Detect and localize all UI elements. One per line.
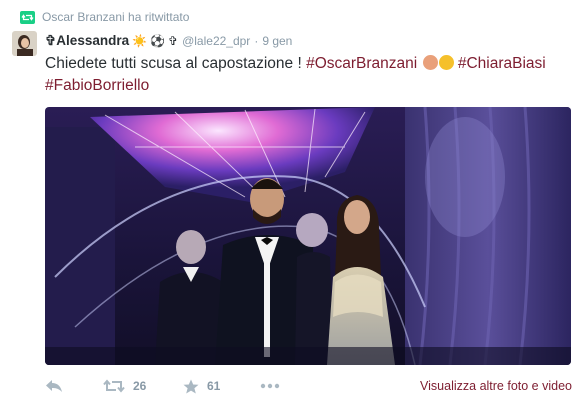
- author-username[interactable]: @lale22_dpr: [182, 34, 250, 48]
- clapping-hands-icon: [422, 55, 438, 70]
- avatar[interactable]: [12, 31, 37, 56]
- tweet-photo[interactable]: [45, 107, 571, 365]
- reply-icon: [46, 380, 62, 392]
- hashtag-link[interactable]: #OscarBranzani: [306, 55, 417, 72]
- star-icon: [183, 379, 199, 393]
- retweet-context: Oscar Branzani ha ritwittato: [20, 9, 189, 25]
- event-photo-image: [45, 107, 571, 365]
- hashtag-link[interactable]: #ChiaraBiasi: [458, 55, 546, 72]
- tweet-text: Chiedete tutti scusa al capostazione ! #…: [45, 53, 575, 97]
- retweet-icon: [20, 10, 35, 24]
- sun-emoji: ☀️: [132, 34, 148, 48]
- more-button[interactable]: [260, 383, 280, 389]
- more-icon: [260, 383, 280, 389]
- tears-of-joy-icon: [438, 55, 454, 70]
- tweet-actions: 26 61 Visualizza altre foto e video: [45, 376, 575, 396]
- favorite-count: 61: [207, 379, 221, 393]
- retweet-count: 26: [133, 379, 147, 393]
- hashtag-link[interactable]: #FabioBorriello: [45, 77, 149, 94]
- retweet-button[interactable]: 26: [103, 379, 146, 393]
- retweet-context-text[interactable]: Oscar Branzani ha ritwittato: [42, 10, 189, 24]
- cross-emoji: ✞: [168, 34, 179, 48]
- tweet-text-body: Chiedete tutti scusa al capostazione !: [45, 55, 307, 72]
- tweet-card[interactable]: Oscar Branzani ha ritwittato ✞Alessandra…: [0, 0, 587, 418]
- tweet-header: ✞Alessandra ☀️ ⚽ ✞ @lale22_dpr · 9 gen: [45, 32, 292, 50]
- tweet-timestamp[interactable]: 9 gen: [262, 34, 292, 48]
- header-separator: ·: [254, 34, 259, 48]
- reply-button[interactable]: [45, 379, 63, 393]
- soccer-ball-emoji: ⚽: [150, 34, 166, 48]
- favorite-button[interactable]: 61: [183, 379, 220, 394]
- view-more-photos-link[interactable]: Visualizza altre foto e video: [420, 379, 572, 393]
- retweet-icon: [103, 379, 125, 393]
- author-fullname[interactable]: ✞Alessandra: [45, 33, 129, 49]
